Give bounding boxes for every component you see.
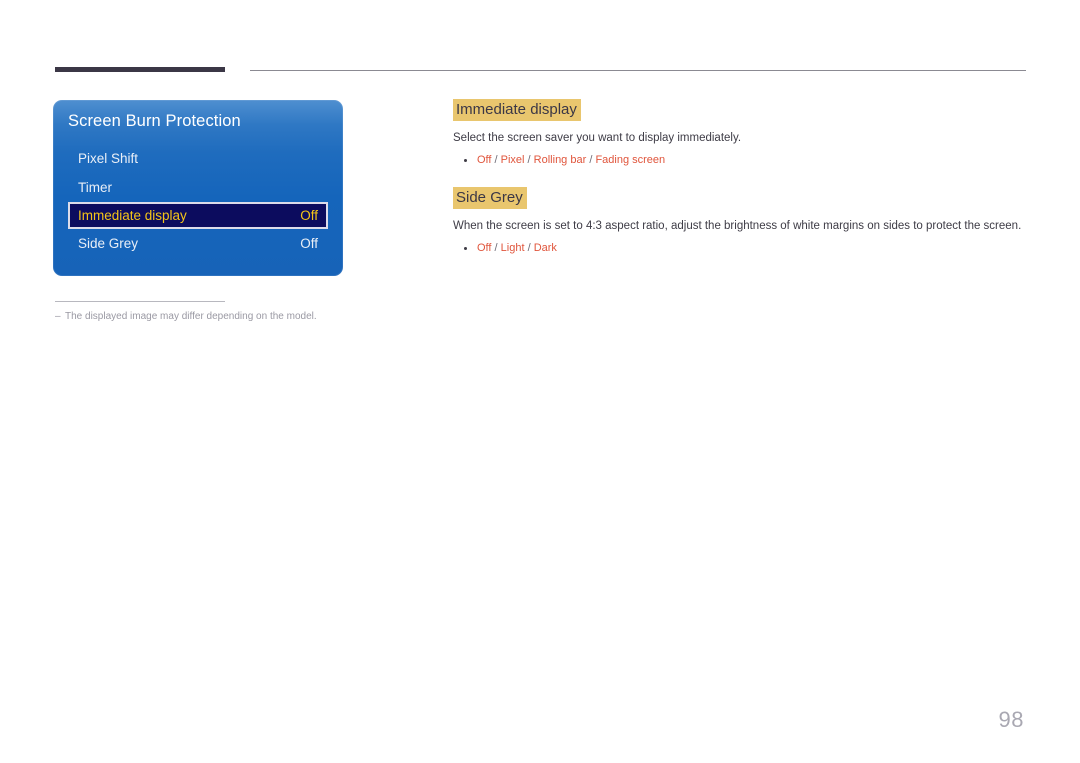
section-immediate-display: Immediate display Select the screen save… xyxy=(453,99,1028,168)
header-rule-thick xyxy=(55,67,225,72)
section-options-list: Off / Pixel / Rolling bar / Fading scree… xyxy=(453,153,1028,168)
section-heading: Immediate display xyxy=(453,99,581,121)
footnote-divider xyxy=(55,301,225,302)
section-description: When the screen is set to 4:3 aspect rat… xyxy=(453,220,1022,232)
osd-menu-item-label: Timer xyxy=(78,180,112,195)
option-values: Off / Light / Dark xyxy=(477,242,557,254)
header-rule-thin xyxy=(250,70,1026,71)
footnote-dash: – xyxy=(55,311,61,322)
section-heading: Side Grey xyxy=(453,187,527,209)
osd-menu-item-label: Immediate display xyxy=(78,208,187,223)
section-description: Select the screen saver you want to disp… xyxy=(453,132,742,144)
osd-menu-item-label: Pixel Shift xyxy=(78,151,139,166)
footnote: – The displayed image may differ dependin… xyxy=(55,311,317,322)
page-number: 98 xyxy=(998,707,1024,732)
content-column: Immediate display Select the screen save… xyxy=(453,99,1028,256)
osd-menu-panel: Screen Burn Protection Pixel Shift Timer… xyxy=(53,100,343,276)
osd-menu-item-timer[interactable]: Timer xyxy=(68,173,328,202)
list-item: Off / Light / Dark xyxy=(453,241,1028,256)
osd-menu-item-immediate-display[interactable]: Immediate display Off xyxy=(68,202,328,229)
osd-menu-item-value: Off xyxy=(300,208,318,223)
osd-menu-title: Screen Burn Protection xyxy=(68,112,241,130)
section-side-grey: Side Grey When the screen is set to 4:3 … xyxy=(453,187,1028,256)
osd-menu-item-label: Side Grey xyxy=(78,236,139,251)
section-options-list: Off / Light / Dark xyxy=(453,241,1028,256)
footnote-text: The displayed image may differ depending… xyxy=(65,311,317,322)
osd-menu-list: Pixel Shift Timer Immediate display Off … xyxy=(53,144,343,258)
osd-menu-item-pixel-shift[interactable]: Pixel Shift xyxy=(68,144,328,173)
list-item: Off / Pixel / Rolling bar / Fading scree… xyxy=(453,153,1028,168)
osd-menu-item-value: Off xyxy=(300,236,318,251)
option-values: Off / Pixel / Rolling bar / Fading scree… xyxy=(477,154,666,166)
osd-menu-item-side-grey[interactable]: Side Grey Off xyxy=(68,229,328,258)
